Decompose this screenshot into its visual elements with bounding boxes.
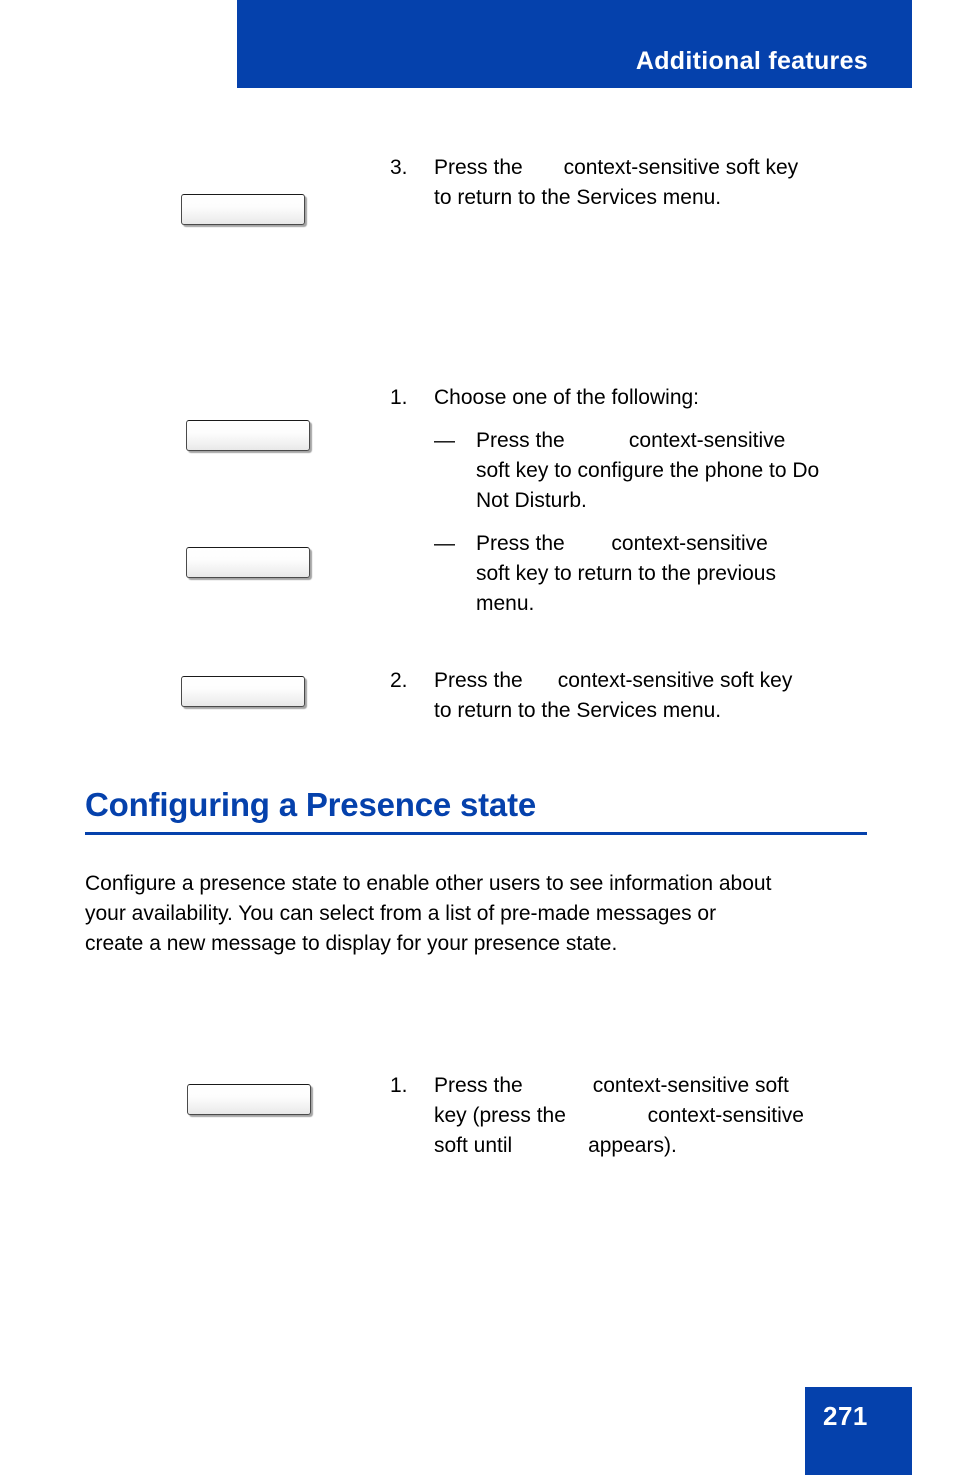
paragraph-line-2: your availability. You can select from a…: [85, 902, 717, 925]
step-text-line3-suffix: appears).: [588, 1134, 677, 1157]
header-banner: Additional features: [237, 0, 912, 88]
step-number: 2.: [390, 669, 408, 692]
sub-text-line3: menu.: [476, 592, 535, 615]
sub-text-prefix: Press the: [476, 429, 565, 452]
sub-text-line3: Not Disturb.: [476, 489, 587, 512]
step-number: 3.: [390, 156, 408, 179]
step-text-line2: to return to the Services menu.: [434, 699, 722, 722]
softkey-name-placeholder-4: [523, 666, 558, 696]
step-text-line2-prefix: key (press the: [434, 1104, 566, 1127]
step-text-line2-suffix: context-sensitive: [647, 1104, 804, 1127]
step-text: Press the context-sensitive soft key to …: [434, 666, 792, 726]
step-text-prefix: Press the: [434, 669, 523, 692]
step-text: Choose one of the following: — Press the…: [434, 383, 819, 619]
sub-bullet-back: — Press the context-sensitive soft key t…: [434, 529, 819, 619]
em-dash-marker: —: [434, 532, 455, 555]
step-text-prefix: Press the: [434, 1074, 523, 1097]
step-text-prefix: Press the: [434, 156, 523, 179]
softkey-name-placeholder-3: [565, 529, 612, 559]
sub-text-line2: soft key to return to the previous: [476, 562, 776, 585]
softkey-name-placeholder-6: [566, 1101, 648, 1131]
sub-text-suffix: context-sensitive: [611, 532, 768, 555]
softkey-button-5[interactable]: [187, 1084, 311, 1115]
footer-page-block: 271: [805, 1387, 912, 1475]
step-text-suffix: context-sensitive soft key: [563, 156, 799, 179]
em-dash-marker: —: [434, 429, 455, 452]
step-text-suffix: context-sensitive soft key: [557, 669, 793, 692]
softkey-button-1[interactable]: [181, 194, 305, 225]
softkey-button-2[interactable]: [186, 420, 310, 451]
sub-text-suffix: context-sensitive: [628, 429, 786, 452]
page-title: Additional features: [635, 47, 868, 75]
section-heading-configuring-presence-state: Configuring a Presence state: [85, 786, 537, 823]
paragraph-line-3: create a new message to display for your…: [85, 932, 618, 955]
step-intro-text: Choose one of the following:: [434, 386, 700, 409]
step-number: 1.: [390, 1074, 408, 1097]
page-number: 271: [823, 1401, 868, 1431]
softkey-name-placeholder-1: [523, 153, 564, 183]
paragraph-line-1: Configure a presence state to enable oth…: [85, 872, 772, 895]
step-text-line2: to return to the Services menu.: [434, 186, 722, 209]
softkey-button-4[interactable]: [181, 676, 305, 707]
section-paragraph: Configure a presence state to enable oth…: [85, 869, 885, 959]
softkey-name-placeholder-5: [523, 1071, 593, 1101]
heading-divider: [85, 832, 867, 835]
step-text: Press the context-sensitive soft key (pr…: [434, 1071, 804, 1161]
step-text: Press the context-sensitive soft key to …: [434, 153, 798, 213]
step-number: 1.: [390, 386, 408, 409]
sub-text-prefix: Press the: [476, 532, 565, 555]
softkey-button-3[interactable]: [186, 547, 310, 578]
sub-bullet-dnd: — Press the context-sensitive soft key t…: [434, 426, 819, 516]
softkey-name-placeholder-2: [565, 426, 629, 456]
sub-text-line2: soft key to configure the phone to Do: [476, 459, 820, 482]
step-text-suffix: context-sensitive soft: [592, 1074, 789, 1097]
softkey-name-placeholder-7: [512, 1131, 588, 1161]
step-text-line3-prefix: soft until: [434, 1134, 513, 1157]
